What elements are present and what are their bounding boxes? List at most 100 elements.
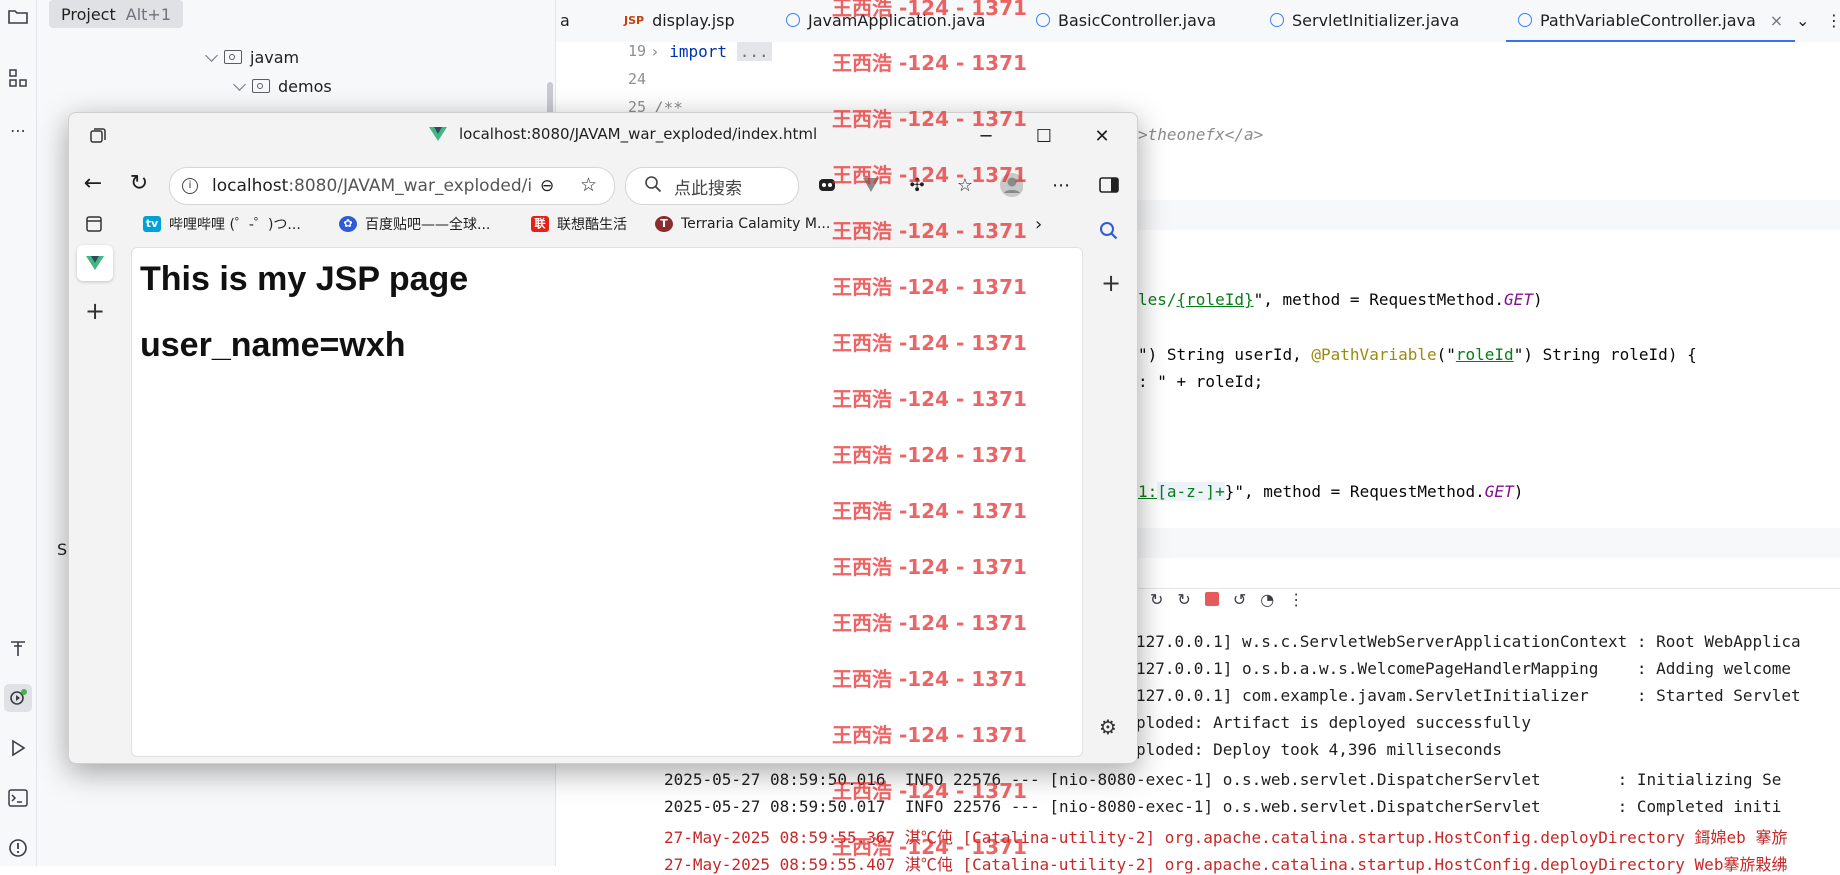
code-text: ") String userId, <box>1138 345 1312 364</box>
favorite-label: 百度贴吧——全球... <box>365 217 491 233</box>
window-title-text: localhost:8080/JAVAM_war_exploded/index.… <box>459 125 818 143</box>
console-line: 127.0.0.1] o.s.b.a.w.s.WelcomePageHandle… <box>1136 659 1792 678</box>
code-line-import: › import ... <box>650 42 772 61</box>
watermark-text: 王西浩 -124 - 1371 <box>832 723 1027 747</box>
search-box[interactable]: 点此搜索 <box>625 167 799 205</box>
code-annotation: @PathVariable <box>1311 345 1437 364</box>
problems-icon[interactable] <box>6 836 30 860</box>
watermark-text: 王西浩 -124 - 1371 <box>832 611 1027 635</box>
rerun-failed-icon[interactable]: ↻ <box>1177 590 1190 609</box>
chevron-down-icon <box>233 77 246 91</box>
chevron-down-icon[interactable]: ⌄ <box>1796 0 1809 40</box>
watermark-text: 王西浩 -124 - 1371 <box>832 443 1027 467</box>
address-bar[interactable]: i localhost:8080/JAVAM_war_exploded/i...… <box>169 167 615 205</box>
close-icon[interactable]: × <box>1770 11 1783 30</box>
ide-tool-strip: ⋯ <box>0 0 37 866</box>
tab-display-jsp[interactable]: JSP display.jsp <box>624 0 735 40</box>
maximize-button[interactable]: ☐ <box>1031 123 1057 149</box>
watermark-text: 王西浩 -124 - 1371 <box>832 667 1027 691</box>
code-text: ) <box>1513 482 1524 501</box>
structure-icon[interactable] <box>6 66 30 90</box>
bilibili-icon: tv <box>143 216 161 232</box>
jsp-file-icon: JSP <box>624 13 645 27</box>
tree-item-label: demos <box>278 76 332 96</box>
performance-icon[interactable]: ◔ <box>1260 590 1274 609</box>
code-string: les/ <box>1138 290 1177 309</box>
browser-right-sidebar: + ⚙ <box>1085 205 1137 763</box>
add-sidebar-app-icon[interactable]: + <box>1101 269 1121 297</box>
folded-code[interactable]: ... <box>736 42 772 61</box>
watermark-text: 王西浩 -124 - 1371 <box>832 331 1027 355</box>
restart-icon[interactable]: ↺ <box>1233 590 1246 609</box>
sidebar-toggle-icon[interactable] <box>1097 173 1121 197</box>
build-icon[interactable] <box>6 636 30 660</box>
vertical-tab-active[interactable] <box>77 245 113 281</box>
settings-menu-icon[interactable]: ⋯ <box>1049 173 1073 197</box>
more-icon[interactable]: ⋮ <box>1288 590 1304 609</box>
watermark-text: 王西浩 -124 - 1371 <box>832 835 1027 859</box>
code-text: ", method = RequestMethod. <box>1253 290 1505 309</box>
page-heading: This is my JSP page <box>140 260 469 298</box>
back-button[interactable]: ← <box>79 169 107 197</box>
tab-label: BasicController.java <box>1058 10 1217 30</box>
tree-item-demos[interactable]: demos <box>233 73 332 99</box>
class-icon <box>1036 13 1050 27</box>
sidebar-search-icon[interactable] <box>1099 221 1119 245</box>
tab-partial[interactable]: a <box>560 0 570 40</box>
chevron-right-icon[interactable]: › <box>1035 213 1042 235</box>
tab-path-variable-controller[interactable]: PathVariableController.java × <box>1506 0 1796 43</box>
console-line: 127.0.0.1] w.s.c.ServletWebServerApplica… <box>1136 632 1801 651</box>
site-info-icon[interactable]: i <box>182 178 198 194</box>
baidu-paw-icon: ✿ <box>339 216 357 232</box>
console-line: 127.0.0.1] com.example.javam.ServletInit… <box>1136 686 1801 705</box>
code-string: 1: <box>1138 482 1158 501</box>
workspaces-icon[interactable] <box>85 123 111 149</box>
tree-item-label: javam <box>250 47 300 67</box>
favorite-label: 联想酷生活 <box>557 217 627 233</box>
tree-item-javam[interactable]: javam <box>205 44 300 70</box>
favorite-tieba[interactable]: ✿ 百度贴吧——全球... <box>339 213 490 235</box>
services-icon[interactable] <box>4 684 32 712</box>
refresh-button[interactable]: ↻ <box>125 169 153 197</box>
stop-icon[interactable] <box>1204 592 1219 606</box>
class-icon <box>1518 13 1532 27</box>
code-regex: [a-z-]+ <box>1157 482 1225 501</box>
tab-basic-controller[interactable]: BasicController.java <box>1036 0 1216 40</box>
address-host: localhost <box>212 176 289 196</box>
favorite-lenovo[interactable]: 联 联想酷生活 <box>531 213 627 235</box>
browser-window-title: localhost:8080/JAVAM_war_exploded/index.… <box>429 125 817 143</box>
tab-label: ServletInitializer.java <box>1292 10 1460 30</box>
watermark-text: 王西浩 -124 - 1371 <box>832 387 1027 411</box>
favorite-terraria[interactable]: T Terraria Calamity M... <box>655 213 830 235</box>
more-tabs-icon[interactable]: ⋮ <box>1826 0 1840 40</box>
rerun-icon[interactable]: ↻ <box>1150 590 1163 609</box>
favorite-bilibili[interactable]: tv 哔哩哔哩 (゜-゜)つ... <box>143 213 301 235</box>
watermark-text: 王西浩 -124 - 1371 <box>832 107 1027 131</box>
code-line-mapping1: les/{roleId}", method = RequestMethod.GE… <box>1138 290 1543 309</box>
favorite-star-icon[interactable]: ☆ <box>580 174 597 196</box>
address-text: localhost:8080/JAVAM_war_exploded/i... <box>212 176 532 196</box>
new-tab-icon[interactable]: + <box>85 297 105 325</box>
project-tab[interactable]: Project Alt+1 <box>49 0 183 28</box>
tab-label: display.jsp <box>652 10 735 30</box>
terminal-icon[interactable] <box>6 786 30 810</box>
more-icon[interactable]: ⋯ <box>6 118 30 142</box>
code-line-mapping2: 1:[a-z-]+}", method = RequestMethod.GET) <box>1138 482 1523 501</box>
code-string: roleId <box>1455 345 1514 364</box>
run-icon[interactable] <box>6 736 30 760</box>
tab-servlet-initializer[interactable]: ServletInitializer.java <box>1270 0 1459 40</box>
sidebar-settings-gear-icon[interactable]: ⚙ <box>1099 715 1117 739</box>
code-line-return: : " + roleId; <box>1138 372 1264 391</box>
project-tab-label: Project <box>61 4 116 24</box>
code-constant: GET <box>1484 482 1514 501</box>
address-path: :8080/JAVAM_war_exploded/i... <box>288 176 532 196</box>
close-window-button[interactable]: ✕ <box>1089 123 1115 149</box>
vue-logo-icon <box>86 256 104 270</box>
editor-tab-bar: a JSP display.jsp JavamApplication.java … <box>556 0 1840 43</box>
folder-icon[interactable] <box>6 4 30 28</box>
chevron-down-icon <box>205 48 218 62</box>
search-placeholder: 点此搜索 <box>674 178 742 199</box>
code-text: }", method = RequestMethod. <box>1224 482 1485 501</box>
search-icon <box>644 175 662 198</box>
zoom-out-icon[interactable]: ⊖ <box>540 176 554 196</box>
